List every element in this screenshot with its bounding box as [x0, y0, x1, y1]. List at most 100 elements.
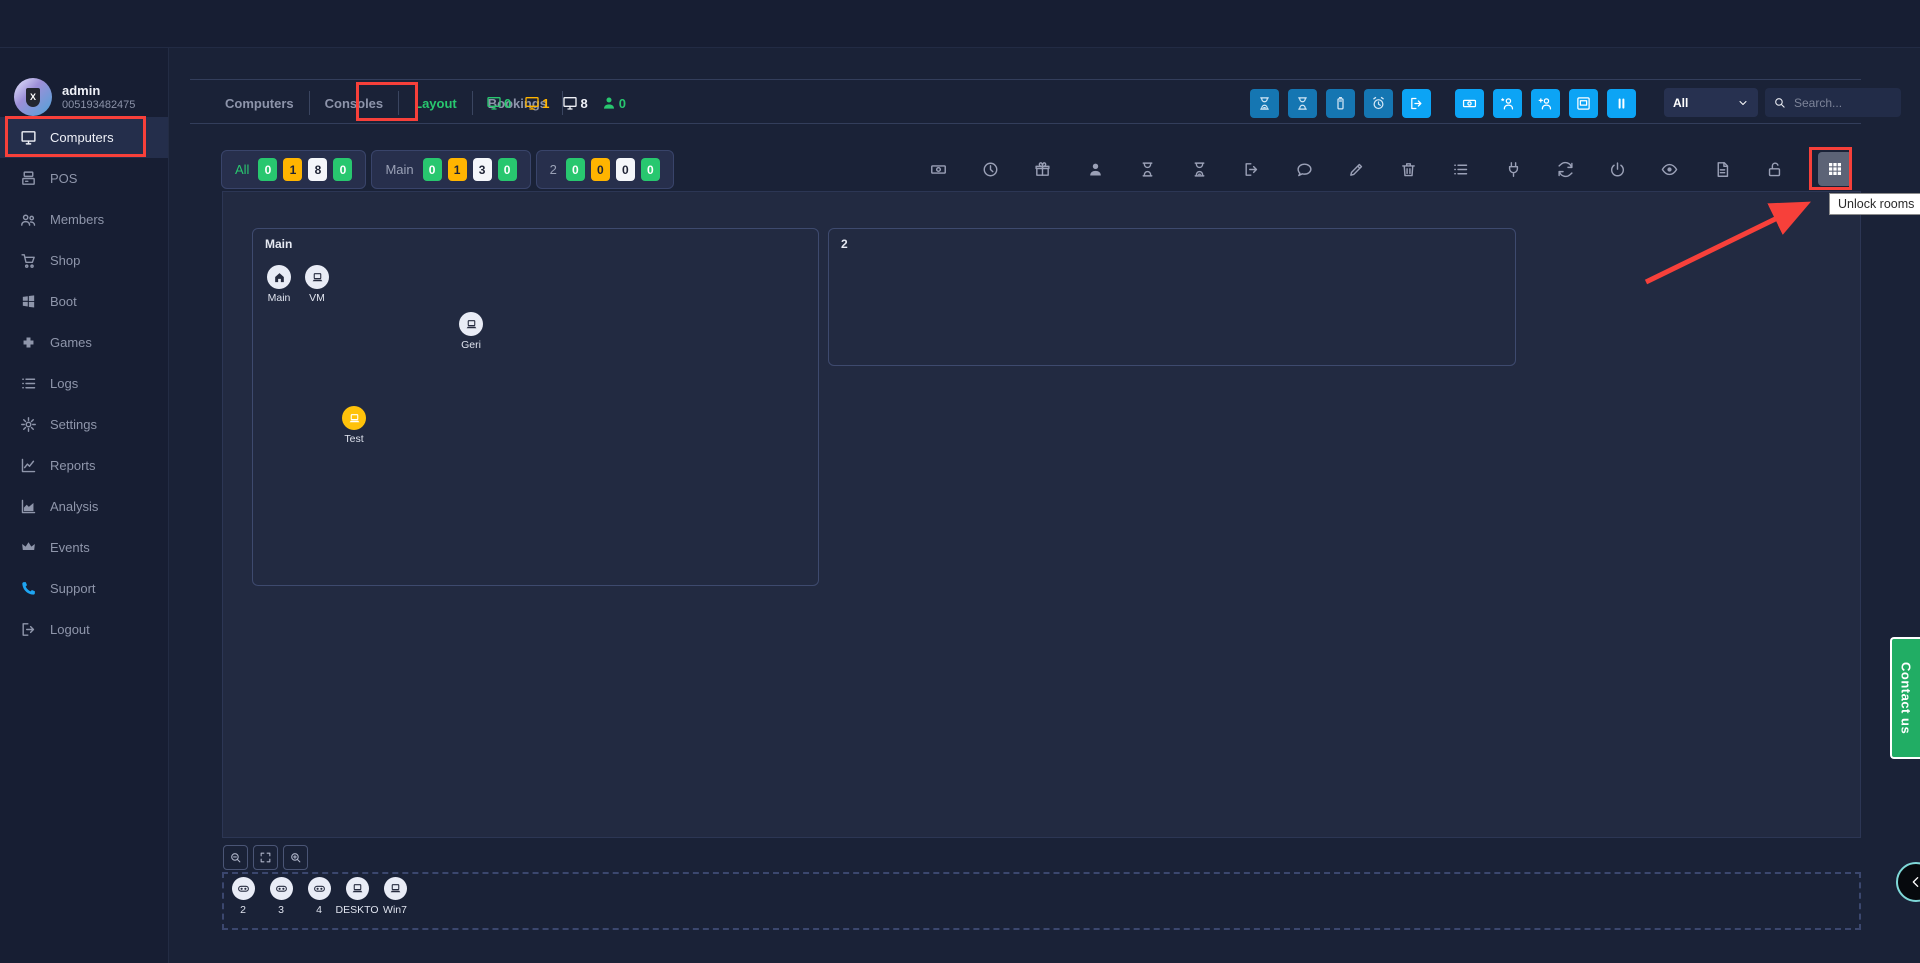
- clock-icon-button[interactable]: [982, 161, 999, 178]
- sidebar-item-games[interactable]: Games: [0, 322, 168, 363]
- sidebar-item-label: Support: [50, 581, 96, 596]
- file-icon-button[interactable]: [1714, 161, 1731, 178]
- laptop-icon: [342, 406, 366, 430]
- banknote-icon-button[interactable]: [1455, 89, 1484, 118]
- monitor-icon: [562, 95, 578, 111]
- sidebar-item-label: Computers: [50, 130, 114, 145]
- pencil-icon-button[interactable]: [1348, 161, 1365, 178]
- computer-test[interactable]: Test: [342, 406, 366, 430]
- chat-icon-button[interactable]: [1296, 161, 1313, 178]
- logout-icon: [20, 621, 37, 638]
- refresh-icon-button[interactable]: [1557, 161, 1574, 178]
- user-icon-button[interactable]: [1087, 161, 1104, 178]
- cart-icon: [20, 252, 37, 269]
- count-badge: 0: [616, 158, 635, 181]
- sidebar-item-boot[interactable]: Boot: [0, 281, 168, 322]
- room-filter-main[interactable]: Main0130: [371, 150, 530, 189]
- status-count-value: 0: [619, 96, 626, 111]
- room-name: 2: [841, 237, 848, 251]
- room-filter-all[interactable]: All0180: [221, 150, 366, 189]
- monitor-icon: [524, 95, 540, 111]
- sidebar-item-pos[interactable]: POS: [0, 158, 168, 199]
- expand-icon-button[interactable]: [253, 845, 278, 870]
- hourglass-icon-button[interactable]: [1139, 161, 1156, 178]
- computer-main[interactable]: Main: [267, 265, 291, 289]
- trash-icon-button[interactable]: [1400, 161, 1417, 178]
- avatar-medal: X: [26, 88, 40, 107]
- user-star-icon-button[interactable]: [1493, 89, 1522, 118]
- controller-icon: [270, 877, 293, 900]
- unassigned-computer-deskto[interactable]: DESKTO: [338, 877, 376, 916]
- image-icon-button[interactable]: [1569, 89, 1598, 118]
- room-2[interactable]: 2: [828, 228, 1516, 366]
- alarm-icon-button[interactable]: [1364, 89, 1393, 118]
- unlock-icon-button[interactable]: [1766, 161, 1783, 178]
- computer-geri[interactable]: Geri: [459, 312, 483, 336]
- contact-us-button[interactable]: Contact us: [1890, 637, 1920, 759]
- banknote-icon-button[interactable]: [930, 161, 947, 178]
- sidebar-item-label: Settings: [50, 417, 97, 432]
- chart-line-icon: [20, 457, 37, 474]
- user-plus-icon-button[interactable]: [1531, 89, 1560, 118]
- room-filter-2[interactable]: 20000: [536, 150, 674, 189]
- sidebar-item-events[interactable]: Events: [0, 527, 168, 568]
- grid-icon-button[interactable]: [1818, 152, 1852, 186]
- search-box[interactable]: [1765, 88, 1901, 117]
- status-filter-select[interactable]: All: [1664, 88, 1758, 117]
- list-icon-button[interactable]: [1452, 161, 1469, 178]
- user-avatar[interactable]: X: [14, 78, 52, 116]
- computer-label: VM: [282, 292, 352, 304]
- battery-icon-button[interactable]: [1326, 89, 1355, 118]
- zoom-out-icon-button[interactable]: [223, 845, 248, 870]
- hourglass-icon-button[interactable]: [1288, 89, 1317, 118]
- count-badge: 1: [448, 158, 467, 181]
- computer-vm[interactable]: VM: [305, 265, 329, 289]
- unassigned-computer-4[interactable]: 4: [300, 877, 338, 916]
- sidebar-item-support[interactable]: Support: [0, 568, 168, 609]
- plug-icon-button[interactable]: [1505, 161, 1522, 178]
- search-input[interactable]: [1792, 95, 1876, 111]
- eye-icon-button[interactable]: [1661, 161, 1678, 178]
- hourglass-end-icon-button[interactable]: [1250, 89, 1279, 118]
- search-icon: [1773, 96, 1786, 109]
- sidebar-item-logout[interactable]: Logout: [0, 609, 168, 650]
- sidebar: X admin 005193482475 ComputersPOSMembers…: [0, 47, 169, 963]
- sidebar-item-computers[interactable]: Computers: [0, 117, 168, 158]
- sidebar-item-shop[interactable]: Shop: [0, 240, 168, 281]
- canvas-zoom-controls: [223, 845, 308, 870]
- sign-out-icon-button[interactable]: [1243, 161, 1260, 178]
- action-button-row: [1250, 88, 1645, 118]
- status-counts: 0180: [486, 84, 626, 122]
- zoom-in-icon-button[interactable]: [283, 845, 308, 870]
- sidebar-item-analysis[interactable]: Analysis: [0, 486, 168, 527]
- power-icon-button[interactable]: [1609, 161, 1626, 178]
- pos-icon: [20, 170, 37, 187]
- computer-label: 3: [278, 904, 284, 916]
- sign-out-icon-button[interactable]: [1402, 89, 1431, 118]
- tab-layout[interactable]: Layout: [399, 91, 473, 115]
- count-badge: 0: [333, 158, 352, 181]
- tab-computers[interactable]: Computers: [210, 91, 310, 115]
- status-count-value: 8: [580, 96, 587, 111]
- chevron-down-icon: [1737, 97, 1749, 109]
- room-filter-label: All: [235, 162, 249, 177]
- controller-icon: [232, 877, 255, 900]
- count-badge: 8: [308, 158, 327, 181]
- sidebar-item-label: POS: [50, 171, 77, 186]
- unassigned-computer-3[interactable]: 3: [262, 877, 300, 916]
- sidebar-item-label: Logout: [50, 622, 90, 637]
- sidebar-item-settings[interactable]: Settings: [0, 404, 168, 445]
- sidebar-item-members[interactable]: Members: [0, 199, 168, 240]
- unassigned-computer-win7[interactable]: Win7: [376, 877, 414, 916]
- filter-selected-value: All: [1673, 96, 1688, 110]
- gift-icon-button[interactable]: [1034, 161, 1051, 178]
- tab-consoles[interactable]: Consoles: [310, 91, 400, 115]
- sidebar-item-reports[interactable]: Reports: [0, 445, 168, 486]
- count-badge: 0: [498, 158, 517, 181]
- unassigned-computer-2[interactable]: 2: [224, 877, 262, 916]
- hourglass-end-icon-button[interactable]: [1191, 161, 1208, 178]
- room-main[interactable]: Main: [252, 228, 819, 586]
- pause-icon-button[interactable]: [1607, 89, 1636, 118]
- layout-canvas[interactable]: MainMainVMGeriTest2: [222, 191, 1861, 838]
- sidebar-item-logs[interactable]: Logs: [0, 363, 168, 404]
